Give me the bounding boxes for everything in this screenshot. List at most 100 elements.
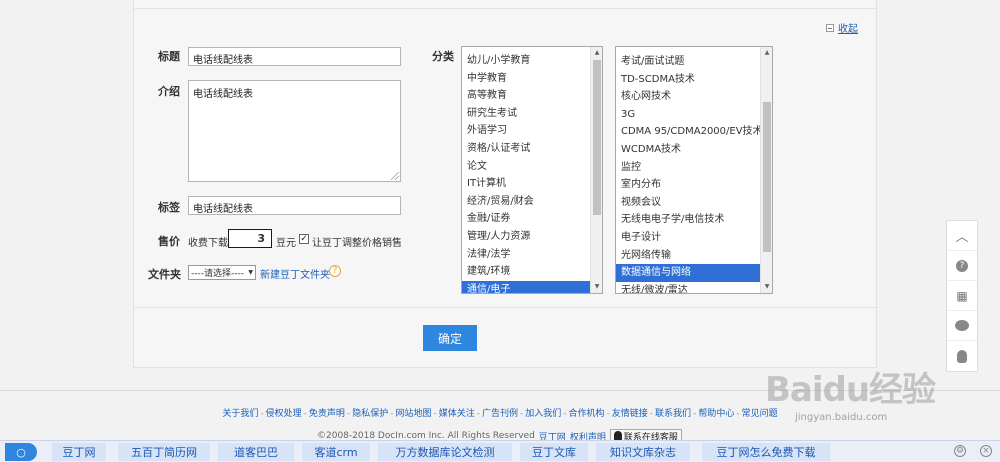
intro-textarea[interactable]: 电话线配线表 xyxy=(188,80,401,182)
list-item[interactable]: 通信/电子 xyxy=(462,280,590,293)
footer-link[interactable]: 网站地图 xyxy=(395,409,431,419)
scroll-down-icon[interactable]: ▼ xyxy=(591,281,602,293)
category-secondary-list[interactable]: 考试/面试试题 TD-SCDMA技术 核心网技术 3G CDMA 95/CDMA2000… xyxy=(615,46,773,294)
list-item[interactable]: 资格/认证考试 xyxy=(462,140,590,158)
list-item[interactable]: 无线/微波/雷达 xyxy=(616,282,760,293)
scrollbar[interactable]: ▲ ▼ xyxy=(760,47,772,293)
help-icon[interactable]: ? xyxy=(329,265,341,277)
bottom-bar-link[interactable]: 知识文库杂志 xyxy=(596,443,690,461)
qq-button[interactable] xyxy=(947,341,977,371)
footer-link[interactable]: 免责声明 xyxy=(309,409,345,419)
allow-adjust-checkbox[interactable]: ✓ xyxy=(299,234,309,244)
bottom-bar-link[interactable]: 豆丁网怎么免费下载 xyxy=(702,443,830,461)
tags-input[interactable]: 电话线配线表 xyxy=(188,196,401,215)
scroll-up-icon[interactable]: ▲ xyxy=(591,47,602,59)
footer-link[interactable]: 侵权处理 xyxy=(266,409,302,419)
footer-link[interactable]: 帮助中心 xyxy=(698,409,734,419)
list-item[interactable]: 管理/人力资源 xyxy=(462,228,590,246)
allow-adjust-label: 让豆丁调整价格销售 xyxy=(312,238,402,249)
folder-select[interactable]: ----请选择---- ▼ xyxy=(188,265,256,280)
link-separator: - xyxy=(260,409,264,419)
dropdown-arrow-icon: ▼ xyxy=(248,269,253,276)
scroll-down-icon[interactable]: ▼ xyxy=(761,281,772,293)
list-item[interactable]: 考试/面试试题 xyxy=(616,53,760,71)
list-item[interactable]: 无线电电子学/电信技术 xyxy=(616,211,760,229)
bottom-bar-link[interactable]: 五百丁简历网 xyxy=(118,443,210,461)
close-icon[interactable]: × xyxy=(980,445,992,457)
price-label: 售价 xyxy=(158,235,180,248)
footer-link[interactable]: 友情链接 xyxy=(612,409,648,419)
intro-text: 电话线配线表 xyxy=(193,89,253,100)
footer-link[interactable]: 联系我们 xyxy=(655,409,691,419)
list-item[interactable]: CDMA 95/CDMA2000/EV技术 xyxy=(616,123,763,141)
category-label: 分类 xyxy=(432,50,454,63)
new-folder-link[interactable]: 新建豆丁文件夹 xyxy=(260,266,330,281)
list-item[interactable]: 外语学习 xyxy=(462,122,590,140)
help-icon: ? xyxy=(956,259,968,272)
footer-links: 关于我们 - 侵权处理 - 免责声明 - 隐私保护 - 网站地图 - 媒体关注 - 广告刊例 - 加入我们 -… xyxy=(0,406,1000,419)
list-item[interactable]: 数据通信与网络 xyxy=(616,264,760,282)
site-footer: 关于我们 - 侵权处理 - 免责声明 - 隐私保护 - 网站地图 - 媒体关注 - 广告刊例 - 加入我们 -… xyxy=(0,390,1000,443)
price-input[interactable]: 3 xyxy=(228,229,272,248)
link-separator: - xyxy=(563,409,567,419)
footer-link[interactable]: 关于我们 xyxy=(222,409,258,419)
list-item[interactable]: 3G xyxy=(616,106,760,124)
list-item[interactable]: 电子设计 xyxy=(616,229,760,247)
scroll-thumb[interactable] xyxy=(763,102,771,252)
footer-link[interactable]: 合作机构 xyxy=(569,409,605,419)
bottom-bar-link[interactable]: 豆丁网 xyxy=(52,443,106,461)
footer-link[interactable]: 广告刊例 xyxy=(482,409,518,419)
category-primary-list[interactable]: 幼儿/小学教育 中学教育 高等教育 研究生考试 外语学习 资格/认证考试 论文 IT计算机 经济… xyxy=(461,46,603,294)
folder-select-value: ----请选择---- xyxy=(191,269,244,279)
bottom-bar-link[interactable]: 万方数据库论文检测 xyxy=(378,443,512,461)
list-item[interactable]: WCDMA技术 xyxy=(616,141,760,159)
tags-label: 标签 xyxy=(158,201,180,214)
list-item[interactable]: 中学教育 xyxy=(462,70,590,88)
list-item[interactable]: 核心网技术 xyxy=(616,88,760,106)
link-separator: - xyxy=(476,409,480,419)
settings-icon[interactable]: ⚙ xyxy=(954,445,966,457)
bottom-link-bar: ○ 豆丁网 五百丁简历网 道客巴巴 客道crm 万方数据库论文检测 豆丁文库 知识文库杂志豆… xyxy=(0,440,1000,462)
title-input[interactable]: 电话线配线表 xyxy=(188,47,401,66)
back-to-top-button[interactable]: ︿ xyxy=(947,221,977,251)
bottom-bar-link[interactable]: 客道crm xyxy=(302,443,370,461)
bottom-bar-link[interactable]: 道客巴巴 xyxy=(218,443,294,461)
help-button[interactable]: ? xyxy=(947,251,977,281)
footer-link[interactable]: 加入我们 xyxy=(525,409,561,419)
footer-link[interactable]: 媒体关注 xyxy=(439,409,475,419)
list-item[interactable]: 室内分布 xyxy=(616,176,760,194)
list-item[interactable]: 高等教育 xyxy=(462,87,590,105)
bottom-bar-link[interactable]: 豆丁文库 xyxy=(520,443,588,461)
floating-toolbar: ︿ ? ▦ xyxy=(946,220,978,372)
intro-label: 介绍 xyxy=(158,85,180,98)
footer-link[interactable]: 隐私保护 xyxy=(352,409,388,419)
scroll-thumb[interactable] xyxy=(593,60,601,215)
list-item[interactable]: 论文 xyxy=(462,158,590,176)
minus-box-icon xyxy=(826,23,834,32)
scrollbar[interactable]: ▲ ▼ xyxy=(590,47,602,293)
list-item[interactable]: 光网络传输 xyxy=(616,247,760,265)
bar-logo[interactable]: ○ xyxy=(5,443,37,461)
list-item[interactable]: IT计算机 xyxy=(462,175,590,193)
list-item[interactable]: 建筑/环境 xyxy=(462,263,590,281)
list-item[interactable]: 监控 xyxy=(616,159,760,177)
list-item[interactable]: 法律/法学 xyxy=(462,246,590,264)
up-arrow-icon: ︿ xyxy=(955,230,969,245)
footer-link[interactable]: 常见问题 xyxy=(742,409,778,419)
scroll-up-icon[interactable]: ▲ xyxy=(761,47,772,59)
title-label: 标题 xyxy=(158,50,180,63)
wechat-button[interactable] xyxy=(947,311,977,341)
list-item[interactable]: 幼儿/小学教育 xyxy=(462,52,590,70)
list-item[interactable]: 视频会议 xyxy=(616,194,760,212)
list-item[interactable]: TD-SCDMA技术 xyxy=(616,71,760,89)
confirm-button[interactable]: 确定 xyxy=(423,325,477,351)
link-separator: - xyxy=(303,409,307,419)
qrcode-icon: ▦ xyxy=(956,288,968,303)
list-item[interactable]: 研究生考试 xyxy=(462,105,590,123)
resize-grip[interactable] xyxy=(391,172,399,180)
qrcode-button[interactable]: ▦ xyxy=(947,281,977,311)
collapse-link[interactable]: 收起 xyxy=(838,20,858,35)
collapse-toggle[interactable]: 收起 xyxy=(826,20,858,35)
list-item[interactable]: 金融/证券 xyxy=(462,210,590,228)
list-item[interactable]: 经济/贸易/财会 xyxy=(462,193,590,211)
